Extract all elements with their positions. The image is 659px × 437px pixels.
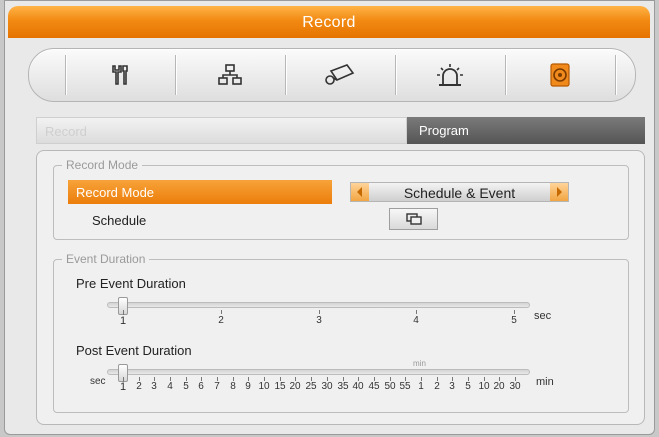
arrow-left-icon: [357, 187, 362, 197]
tab-bar: Record Program: [36, 117, 645, 144]
post-event-mid-unit: min: [413, 359, 426, 368]
post-event-tick-label: 2: [136, 381, 142, 392]
pre-event-tick: [514, 310, 515, 314]
pre-event-tick: [416, 310, 417, 314]
record-mode-selector[interactable]: Schedule & Event: [350, 182, 569, 202]
title-bar: Record: [8, 6, 650, 38]
pre-event-tick-label: 4: [413, 315, 419, 326]
schedule-label: Schedule: [92, 213, 147, 228]
record-mode-row[interactable]: Record Mode: [68, 180, 332, 204]
post-event-tick-label: 40: [352, 381, 364, 392]
record-button[interactable]: [505, 49, 615, 101]
post-event-tick-label: 10: [478, 381, 490, 392]
pre-event-slider-track[interactable]: [107, 302, 530, 308]
pre-event-tick: [221, 310, 222, 314]
post-event-tick-label: 30: [509, 381, 521, 392]
record-disk-icon: [550, 63, 570, 87]
pre-event-tick-label: 3: [316, 315, 322, 326]
post-event-tick-label: 55: [399, 381, 411, 392]
post-event-tick-label: 3: [151, 381, 157, 392]
post-event-tick-label: 5: [183, 381, 189, 392]
post-event-label: Post Event Duration: [76, 343, 192, 358]
pre-event-unit: sec: [534, 310, 552, 322]
post-event-tick-label: 20: [289, 381, 301, 392]
tools-icon: [112, 65, 128, 85]
window-title: Record: [302, 14, 356, 31]
tab-program[interactable]: Program: [407, 117, 645, 144]
post-event-left-unit: sec: [90, 376, 106, 387]
post-event-tick-label: 25: [305, 381, 317, 392]
network-button[interactable]: [175, 49, 285, 101]
tab-record[interactable]: Record: [36, 117, 407, 144]
post-event-tick-label: 6: [198, 381, 204, 392]
network-icon: [218, 64, 242, 85]
camera-button[interactable]: [285, 49, 395, 101]
post-event-tick-label: 1: [119, 381, 127, 393]
post-event-tick-label: 50: [384, 381, 396, 392]
post-event-tick-label: 35: [337, 381, 349, 392]
pre-event-label: Pre Event Duration: [76, 276, 186, 291]
post-event-tick-label: 3: [449, 381, 455, 392]
post-event-tick-label: 5: [465, 381, 471, 392]
record-mode-value: Schedule & Event: [403, 185, 516, 201]
post-event-tick-label: 7: [214, 381, 220, 392]
post-event-right-unit: min: [536, 376, 554, 388]
setup-button[interactable]: [65, 49, 175, 101]
post-event-tick-label: 1: [418, 381, 424, 392]
schedule-button[interactable]: [389, 208, 438, 230]
camera-icon: [325, 64, 355, 85]
post-event-tick-label: 30: [321, 381, 333, 392]
record-mode-legend: Record Mode: [62, 158, 143, 172]
pre-event-tick: [319, 310, 320, 314]
arrow-right-icon: [557, 187, 562, 197]
pre-event-tick-label: 1: [119, 315, 127, 327]
alarm-button[interactable]: [395, 49, 505, 101]
schedule-window-icon: [405, 213, 422, 225]
post-event-tick-label: 15: [274, 381, 286, 392]
post-event-slider-track[interactable]: [107, 369, 530, 375]
tab-program-label: Program: [419, 123, 469, 138]
pre-event-tick-label: 2: [218, 315, 224, 326]
post-event-tick-label: 4: [167, 381, 173, 392]
pre-event-tick-label: 5: [511, 315, 517, 326]
post-event-tick-label: 45: [368, 381, 380, 392]
main-toolbar: [28, 48, 636, 102]
post-event-tick-label: 20: [493, 381, 505, 392]
post-event-tick-label: 9: [245, 381, 251, 392]
post-event-tick-label: 8: [230, 381, 236, 392]
post-event-tick-label: 2: [434, 381, 440, 392]
record-mode-next-button[interactable]: [550, 183, 568, 201]
record-mode-prev-button[interactable]: [351, 183, 369, 201]
event-duration-legend: Event Duration: [62, 252, 150, 266]
alarm-light-icon: [437, 64, 463, 86]
tab-record-label: Record: [45, 124, 87, 139]
post-event-tick-label: 10: [258, 381, 270, 392]
record-mode-label: Record Mode: [76, 185, 155, 200]
